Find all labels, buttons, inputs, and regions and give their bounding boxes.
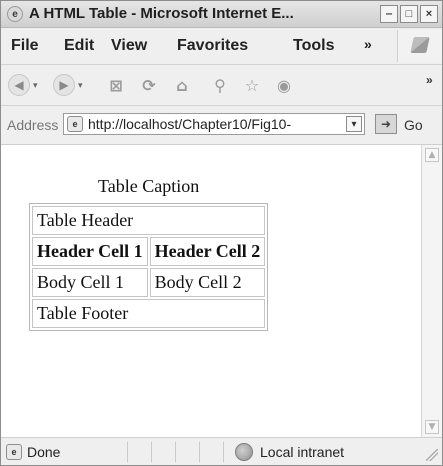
body-cell-2: Body Cell 2 — [149, 268, 266, 297]
window-title: A HTML Table - Microsoft Internet E... — [29, 5, 294, 22]
menu-tools[interactable]: Tools — [293, 37, 334, 55]
menu-view[interactable]: View — [111, 37, 147, 55]
security-zone: Local intranet — [260, 444, 345, 460]
html-table: Table Header Header Cell 1 Header Cell 2… — [29, 203, 269, 331]
scroll-down-icon[interactable]: ▼ — [425, 420, 439, 434]
forward-dropdown-icon[interactable]: ▾ — [78, 81, 83, 91]
status-divider — [223, 442, 224, 462]
address-input[interactable]: e http://localhost/Chapter10/Fig10- ▾ — [63, 113, 365, 135]
ie-icon: e — [7, 6, 23, 22]
status-divider — [151, 442, 152, 462]
menu-more-icon[interactable]: » — [364, 36, 372, 52]
windows-flag-icon — [410, 37, 430, 53]
close-icon[interactable]: × — [420, 5, 438, 23]
window-controls: ‒ □ × — [380, 5, 438, 23]
table-row: Body Cell 1 Body Cell 2 — [32, 268, 266, 297]
menu-favorites[interactable]: Favorites — [177, 37, 248, 55]
body-cell-1: Body Cell 1 — [32, 268, 148, 297]
menu-edit[interactable]: Edit — [64, 37, 94, 55]
status-text: Done — [27, 444, 61, 460]
status-bar: e Done Local intranet — [1, 437, 442, 465]
html-table-container: Table Caption Table Header Header Cell 1… — [29, 176, 269, 331]
status-divider — [175, 442, 176, 462]
address-label: Address — [7, 117, 59, 133]
local-intranet-icon — [235, 443, 253, 461]
go-button[interactable]: Go — [404, 117, 423, 133]
header-cell-2: Header Cell 2 — [149, 237, 266, 266]
forward-icon[interactable]: ▶ — [53, 74, 75, 96]
menu-bar: File Edit View Favorites Tools » — [1, 28, 442, 65]
status-divider — [127, 442, 128, 462]
address-bar: Address e http://localhost/Chapter10/Fig… — [1, 106, 442, 145]
table-footer-row: Table Footer — [32, 299, 266, 328]
page-content: Table Caption Table Header Header Cell 1… — [1, 145, 421, 437]
table-header-row: Table Header — [32, 206, 266, 235]
scroll-up-icon[interactable]: ▲ — [425, 148, 439, 162]
resize-grip-icon[interactable] — [426, 449, 438, 461]
vertical-scrollbar[interactable]: ▲ ▼ — [421, 145, 442, 437]
table-header-cell: Table Header — [32, 206, 266, 235]
minimize-icon[interactable]: ‒ — [380, 5, 398, 23]
table-caption: Table Caption — [98, 176, 200, 196]
refresh-icon[interactable]: ⟳ — [138, 74, 160, 96]
browser-window: e A HTML Table - Microsoft Internet E...… — [0, 0, 443, 466]
home-icon[interactable]: ⌂ — [171, 74, 193, 96]
table-footer-cell: Table Footer — [32, 299, 266, 328]
back-icon[interactable]: ◀ — [8, 74, 30, 96]
standard-toolbar: ◀ ▾ ▶ ▾ ⊠ ⟳ ⌂ ⚲ ☆ ◉ » — [1, 65, 442, 106]
go-arrow-icon[interactable]: ➜ — [375, 114, 397, 134]
title-bar[interactable]: e A HTML Table - Microsoft Internet E...… — [1, 1, 442, 28]
page-icon: e — [67, 116, 83, 132]
address-url[interactable]: http://localhost/Chapter10/Fig10- — [88, 116, 338, 132]
maximize-icon[interactable]: □ — [400, 5, 418, 23]
toolbar-more-icon[interactable]: » — [426, 73, 433, 87]
table-row: Header Cell 1 Header Cell 2 — [32, 237, 266, 266]
media-icon[interactable]: ◉ — [273, 74, 295, 96]
favorites-icon[interactable]: ☆ — [241, 74, 263, 96]
done-page-icon: e — [6, 444, 22, 460]
menu-file[interactable]: File — [11, 37, 39, 55]
address-dropdown-icon[interactable]: ▾ — [346, 116, 362, 132]
stop-icon[interactable]: ⊠ — [105, 74, 127, 96]
status-divider — [199, 442, 200, 462]
header-cell-1: Header Cell 1 — [32, 237, 148, 266]
windows-logo — [397, 30, 442, 62]
back-dropdown-icon[interactable]: ▾ — [33, 81, 38, 91]
search-icon[interactable]: ⚲ — [209, 74, 231, 96]
